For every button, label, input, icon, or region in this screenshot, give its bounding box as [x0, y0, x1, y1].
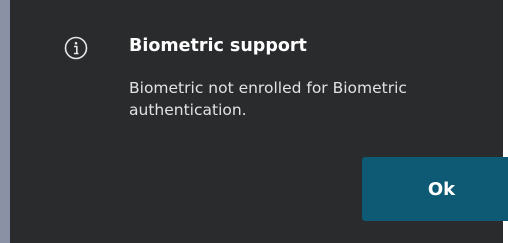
biometric-dialog: Biometric support Biometric not enrolled… — [10, 0, 508, 243]
ok-button[interactable]: Ok — [362, 157, 508, 221]
dialog-content: Biometric support Biometric not enrolled… — [36, 0, 508, 243]
dialog-title: Biometric support — [129, 36, 307, 56]
dialog-message: Biometric not enrolled for Biometric aut… — [129, 79, 407, 119]
info-icon — [64, 36, 88, 60]
